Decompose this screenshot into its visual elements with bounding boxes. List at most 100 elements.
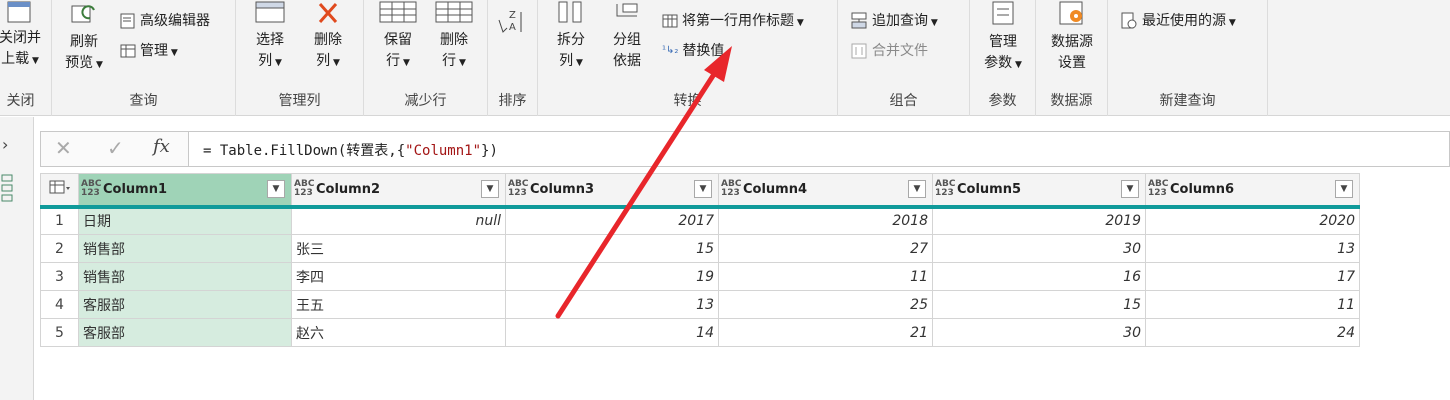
keep-rows-button[interactable]: 保留 行 ▼ xyxy=(372,0,424,74)
table-cell[interactable]: 2018 xyxy=(718,206,933,235)
table-cell[interactable]: null xyxy=(291,206,506,235)
close-load-icon xyxy=(7,1,31,23)
table-cell[interactable]: 27 xyxy=(718,234,933,263)
table-cell[interactable]: 21 xyxy=(718,318,933,347)
dropdown-icon[interactable]: ▼ xyxy=(694,180,712,199)
table-menu-icon[interactable] xyxy=(48,179,72,195)
append-icon xyxy=(851,12,867,29)
column-header-5[interactable]: ABC 123 Column5 ▼ xyxy=(932,173,1146,209)
table-cell[interactable]: 张三 xyxy=(291,234,506,263)
cancel-icon[interactable]: ✕ xyxy=(55,136,72,160)
queries-pane-collapsed[interactable]: › xyxy=(0,117,34,400)
table-cell[interactable]: 日期 xyxy=(78,206,292,235)
table-cell[interactable]: 2020 xyxy=(1145,206,1360,235)
table-cell[interactable]: 2017 xyxy=(505,206,719,235)
table-cell[interactable]: 2019 xyxy=(932,206,1146,235)
table-row[interactable]: 5 客服部 赵六 14 21 30 24 xyxy=(40,318,1360,347)
column-header-2[interactable]: ABC 123 Column2 ▼ xyxy=(291,173,506,209)
remove-rows-button[interactable]: 删除 行 ▼ xyxy=(428,0,480,74)
manage-query-button[interactable]: 管理 ▼ xyxy=(120,40,178,62)
type-any-icon[interactable]: ABC 123 xyxy=(935,180,955,198)
dropdown-icon[interactable]: ▼ xyxy=(267,180,285,199)
sort-icon: ZA xyxy=(498,10,522,33)
dropdown-icon[interactable]: ▼ xyxy=(481,180,499,199)
table-cell[interactable]: 24 xyxy=(1145,318,1360,347)
table-cell[interactable]: 25 xyxy=(718,290,933,319)
chevron-down-icon: ▼ xyxy=(573,58,583,68)
table-cell[interactable]: 14 xyxy=(505,318,719,347)
table-cell[interactable]: 17 xyxy=(1145,262,1360,291)
append-queries-button[interactable]: 追加查询 ▼ xyxy=(850,10,938,32)
svg-text:Z: Z xyxy=(509,10,516,21)
chevron-down-icon: ▼ xyxy=(1012,60,1022,70)
replace-values-button[interactable]: ¹↳₂ 替换值 xyxy=(662,40,724,62)
formula-string: "Column1" xyxy=(405,143,482,159)
table-cell[interactable]: 15 xyxy=(932,290,1146,319)
table-row[interactable]: 3 销售部 李四 19 11 16 17 xyxy=(40,262,1360,291)
dropdown-icon[interactable]: ▼ xyxy=(1121,180,1139,199)
table-cell[interactable]: 赵六 xyxy=(291,318,506,347)
choose-columns-button[interactable]: 选择 列 ▼ xyxy=(244,0,296,74)
check-icon[interactable]: ✓ xyxy=(107,136,124,160)
table-row[interactable]: 2 销售部 张三 15 27 30 13 xyxy=(40,234,1360,263)
remove-rows-icon xyxy=(435,1,473,23)
type-any-icon[interactable]: ABC 123 xyxy=(294,180,314,198)
table-cell[interactable]: 客服部 xyxy=(78,290,292,319)
refresh-preview-button[interactable]: 刷新 预览 ▼ xyxy=(60,4,108,76)
type-any-icon[interactable]: ABC 123 xyxy=(81,180,101,198)
merge-files-button[interactable]: 合并文件 xyxy=(850,40,928,62)
dropdown-icon[interactable]: ▼ xyxy=(908,180,926,199)
column-name: Column4 xyxy=(743,181,808,197)
svg-text:A: A xyxy=(509,22,516,33)
fx-icon[interactable]: fx xyxy=(153,136,170,157)
table-cell[interactable]: 王五 xyxy=(291,290,506,319)
merge-files-label: 合并文件 xyxy=(872,43,928,59)
type-any-icon[interactable]: ABC 123 xyxy=(508,180,528,198)
expand-chevron-icon[interactable]: › xyxy=(2,135,8,154)
table-cell[interactable]: 销售部 xyxy=(78,262,292,291)
table-menu-cell[interactable] xyxy=(40,173,79,209)
close-and-load-button[interactable]: 关闭并 上载 ▼ xyxy=(0,0,46,72)
column-header-6[interactable]: ABC 123 Column6 ▼ xyxy=(1145,173,1360,209)
table-cell[interactable]: 11 xyxy=(1145,290,1360,319)
manage-params-button[interactable]: 管理 参数 ▼ xyxy=(978,0,1028,76)
chevron-down-icon: ▼ xyxy=(1226,18,1236,28)
remove-columns-button[interactable]: 删除 列 ▼ xyxy=(302,0,354,74)
column-header-4[interactable]: ABC 123 Column4 ▼ xyxy=(718,173,933,209)
table-cell[interactable]: 15 xyxy=(505,234,719,263)
table-cell[interactable]: 30 xyxy=(932,318,1146,347)
first-row-header-button[interactable]: 将第一行用作标题 ▼ xyxy=(662,10,804,32)
group-manage-columns: 选择 列 ▼ 删除 列 ▼ 管理列 xyxy=(236,0,364,116)
dropdown-icon[interactable]: ▼ xyxy=(1335,180,1353,199)
formula-text[interactable]: = Table.FillDown(转置表,{"Column1"}) xyxy=(203,140,498,160)
group-reduce-rows: 保留 行 ▼ 删除 行 ▼ 减少行 xyxy=(364,0,488,116)
sort-button[interactable]: ZA xyxy=(494,6,530,48)
column-header-3[interactable]: ABC 123 Column3 ▼ xyxy=(505,173,719,209)
table-row[interactable]: 1 日期 null 2017 2018 2019 2020 xyxy=(40,206,1360,235)
group-by-button[interactable]: 分组 依据 xyxy=(602,0,652,72)
type-any-icon[interactable]: ABC 123 xyxy=(721,180,741,198)
table-cell[interactable]: 13 xyxy=(1145,234,1360,263)
table-cell[interactable]: 16 xyxy=(932,262,1146,291)
group-params: 管理 参数 ▼ 参数 xyxy=(970,0,1036,116)
table-row[interactable]: 4 客服部 王五 13 25 15 11 xyxy=(40,290,1360,319)
type-any-icon[interactable]: ABC 123 xyxy=(1148,180,1168,198)
data-grid: ABC 123 Column1 ▼ ABC 123 Column2 ▼ ABC 123 Colu… xyxy=(40,173,1360,347)
table-cell[interactable]: 19 xyxy=(505,262,719,291)
column-header-1[interactable]: ABC 123 Column1 ▼ xyxy=(78,173,292,209)
datasource-settings-button[interactable]: 数据源 设置 xyxy=(1042,0,1102,74)
group-label-reduce-rows: 减少行 xyxy=(404,93,447,109)
table-cell[interactable]: 11 xyxy=(718,262,933,291)
table-cell[interactable]: 李四 xyxy=(291,262,506,291)
table-cell[interactable]: 销售部 xyxy=(78,234,292,263)
group-close: 关闭并 上载 ▼ 关闭 xyxy=(0,0,52,116)
advanced-editor-button[interactable]: 高级编辑器 xyxy=(120,10,210,32)
table-cell[interactable]: 客服部 xyxy=(78,318,292,347)
split-column-button[interactable]: 拆分 列 ▼ xyxy=(546,0,596,74)
table-cell[interactable]: 13 xyxy=(505,290,719,319)
column-name: Column2 xyxy=(316,181,381,197)
table-cell[interactable]: 30 xyxy=(932,234,1146,263)
recent-sources-button[interactable]: 最近使用的源 ▼ xyxy=(1120,10,1236,32)
group-query: 刷新 预览 ▼ 高级编辑器 管理 ▼ 查询 xyxy=(52,0,236,116)
chevron-down-icon: ▼ xyxy=(928,18,938,28)
